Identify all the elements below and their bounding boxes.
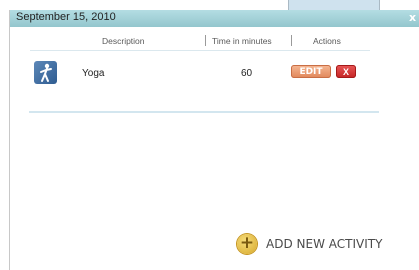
table-bottom-divider xyxy=(29,111,379,113)
plus-circle-icon: + xyxy=(237,233,257,254)
activity-name: Yoga xyxy=(82,68,105,79)
close-button[interactable]: x xyxy=(409,11,416,24)
edit-button[interactable]: EDIT xyxy=(291,65,331,78)
column-header-description: Description xyxy=(102,36,145,46)
day-activity-dialog: September 15, 2010 x Description Time in… xyxy=(9,10,419,270)
delete-button[interactable]: X xyxy=(336,65,356,78)
yoga-person-icon xyxy=(34,61,57,84)
dialog-header: September 15, 2010 x xyxy=(10,10,419,27)
column-separator xyxy=(205,35,206,46)
add-new-activity-label: ADD NEW ACTIVITY xyxy=(266,237,383,251)
column-header-actions: Actions xyxy=(313,36,341,46)
column-separator xyxy=(291,35,292,46)
column-header-time: Time in minutes xyxy=(212,36,272,46)
header-divider xyxy=(30,50,370,51)
date-title: September 15, 2010 xyxy=(16,11,116,23)
background-window-strip xyxy=(288,0,380,10)
activity-minutes: 60 xyxy=(241,68,253,79)
